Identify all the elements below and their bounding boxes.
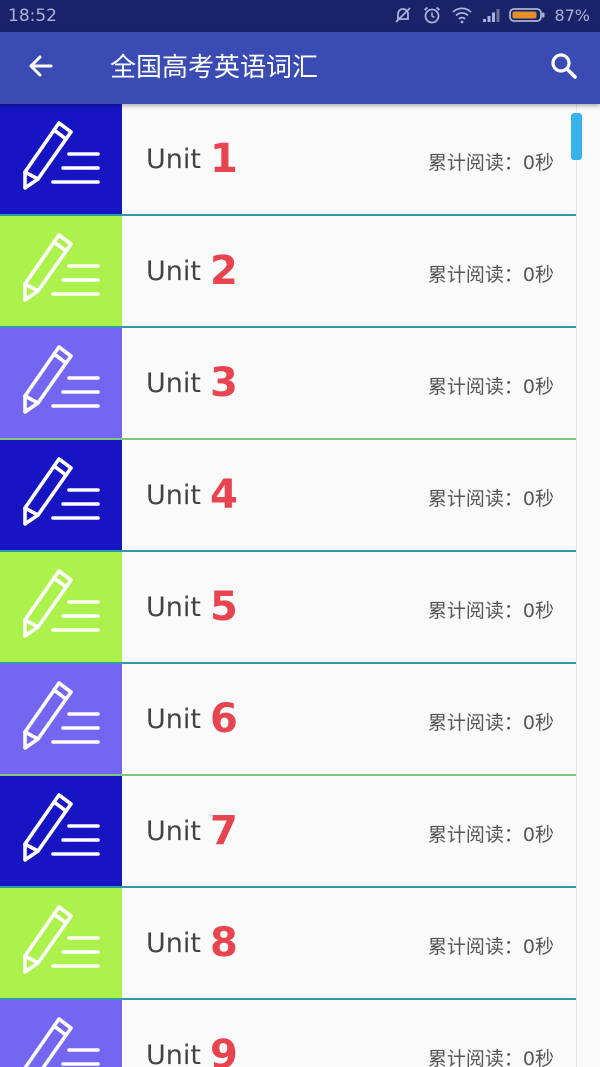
unit-number: 2 — [210, 248, 238, 294]
app-bar: 全国高考英语词汇 — [0, 32, 600, 104]
unit-thumbnail — [0, 888, 122, 998]
status-bar: 18:52 87% — [0, 0, 600, 32]
pencil-lines-icon — [13, 676, 109, 762]
unit-thumbnail — [0, 552, 122, 662]
search-icon — [549, 51, 579, 85]
unit-label: Unit — [146, 816, 201, 847]
read-time: 累计阅读：0秒 — [427, 1048, 554, 1067]
page-title: 全国高考英语词汇 — [110, 53, 319, 83]
pencil-lines-icon — [13, 564, 109, 650]
search-button[interactable] — [544, 48, 584, 88]
list-item[interactable]: Unit 2 累计阅读：0秒 — [0, 216, 576, 328]
alarm-icon — [422, 5, 442, 25]
battery-percent: 87% — [554, 5, 590, 25]
unit-thumbnail — [0, 216, 122, 326]
unit-label: Unit — [146, 480, 201, 511]
read-time: 累计阅读：0秒 — [427, 824, 554, 846]
unit-thumbnail — [0, 664, 122, 774]
unit-label: Unit — [146, 704, 201, 735]
list-item[interactable]: Unit 8 累计阅读：0秒 — [0, 888, 576, 1000]
battery-icon — [509, 6, 545, 24]
read-time: 累计阅读：0秒 — [427, 152, 554, 174]
back-button[interactable] — [20, 48, 62, 88]
pencil-lines-icon — [13, 452, 109, 538]
list-item[interactable]: Unit 5 累计阅读：0秒 — [0, 552, 576, 664]
list-item[interactable]: Unit 1 累计阅读：0秒 — [0, 104, 576, 216]
unit-number: 7 — [210, 808, 238, 854]
read-time: 累计阅读：0秒 — [427, 264, 554, 286]
unit-label: Unit — [146, 144, 201, 175]
unit-label: Unit — [146, 256, 201, 287]
unit-number: 9 — [210, 1032, 238, 1067]
unit-number: 1 — [210, 136, 238, 182]
unit-label: Unit — [146, 592, 201, 623]
pencil-lines-icon — [13, 228, 109, 314]
unit-number: 3 — [210, 360, 238, 406]
pencil-lines-icon — [13, 340, 109, 426]
unit-thumbnail — [0, 776, 122, 886]
list-item[interactable]: Unit 4 累计阅读：0秒 — [0, 440, 576, 552]
unit-thumbnail — [0, 328, 122, 438]
unit-thumbnail — [0, 1000, 122, 1067]
status-time: 18:52 — [8, 6, 57, 26]
unit-number: 6 — [210, 696, 238, 742]
read-time: 累计阅读：0秒 — [427, 488, 554, 510]
pencil-lines-icon — [13, 900, 109, 986]
unit-thumbnail — [0, 440, 122, 550]
unit-number: 5 — [210, 584, 238, 630]
pencil-lines-icon — [13, 116, 109, 202]
unit-list[interactable]: Unit 1 累计阅读：0秒 Unit 2 累计阅读：0秒 Unit 3 累计阅… — [0, 104, 576, 1067]
unit-thumbnail — [0, 104, 122, 214]
unit-number: 4 — [210, 472, 238, 518]
list-item[interactable]: Unit 6 累计阅读：0秒 — [0, 664, 576, 776]
unit-number: 8 — [210, 920, 238, 966]
mute-icon — [393, 5, 413, 25]
list-item[interactable]: Unit 9 累计阅读：0秒 — [0, 1000, 576, 1067]
list-item[interactable]: Unit 7 累计阅读：0秒 — [0, 776, 576, 888]
pencil-lines-icon — [13, 1012, 109, 1067]
pencil-lines-icon — [13, 788, 109, 874]
list-item[interactable]: Unit 3 累计阅读：0秒 — [0, 328, 576, 440]
status-icons: 87% — [393, 5, 590, 25]
arrow-left-icon — [27, 52, 55, 84]
signal-icon — [482, 7, 500, 23]
wifi-icon — [451, 6, 473, 24]
read-time: 累计阅读：0秒 — [427, 376, 554, 398]
unit-label: Unit — [146, 928, 201, 959]
scrollbar-thumb[interactable] — [571, 113, 582, 160]
scrollbar-track[interactable] — [576, 104, 577, 1067]
unit-label: Unit — [146, 368, 201, 399]
read-time: 累计阅读：0秒 — [427, 936, 554, 958]
unit-label: Unit — [146, 1040, 201, 1067]
read-time: 累计阅读：0秒 — [427, 712, 554, 734]
read-time: 累计阅读：0秒 — [427, 600, 554, 622]
